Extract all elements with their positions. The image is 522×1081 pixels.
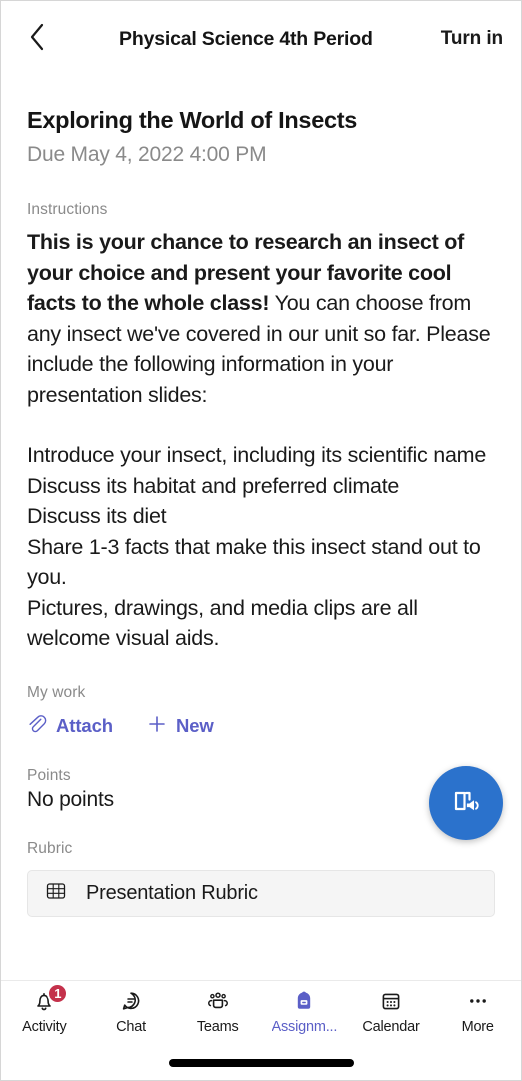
activity-badge: 1 <box>47 983 69 1004</box>
chevron-left-icon <box>27 22 47 57</box>
people-icon <box>205 987 231 1015</box>
attach-button[interactable]: Attach <box>27 714 113 739</box>
app-header: Physical Science 4th Period Turn in <box>1 1 521 77</box>
rubric-card[interactable]: Presentation Rubric <box>27 869 495 917</box>
nav-item-assignments[interactable]: Assignm... <box>261 987 348 1035</box>
nav-item-activity[interactable]: 1 Activity <box>1 983 88 1035</box>
backpack-icon <box>291 987 317 1015</box>
new-label: New <box>175 715 214 736</box>
bottom-navigation: 1 Activity Chat Teams Assignm... Calenda… <box>1 980 521 1046</box>
immersive-reader-icon <box>448 783 484 824</box>
nav-label-chat: Chat <box>116 1019 146 1035</box>
points-value: No points <box>27 787 114 811</box>
nav-item-chat[interactable]: Chat <box>88 987 175 1035</box>
turn-in-button[interactable]: Turn in <box>435 28 503 50</box>
nav-label-activity: Activity <box>22 1019 67 1035</box>
page-title: Physical Science 4th Period <box>119 27 373 50</box>
back-button[interactable] <box>17 19 57 59</box>
my-work-actions: Attach New <box>27 714 495 739</box>
nav-item-teams[interactable]: Teams <box>174 987 261 1035</box>
grid-table-icon <box>44 879 68 908</box>
nav-item-calendar[interactable]: Calendar <box>348 987 435 1035</box>
home-indicator-area <box>1 1046 521 1080</box>
immersive-reader-button[interactable] <box>429 766 503 840</box>
home-indicator[interactable] <box>168 1059 354 1067</box>
nav-item-more[interactable]: More <box>434 987 521 1035</box>
nav-label-calendar: Calendar <box>362 1019 420 1035</box>
assignment-detail-screen: Physical Science 4th Period Turn in Expl… <box>0 0 522 1081</box>
chat-bubble-icon <box>118 987 144 1015</box>
instructions-requirements: Introduce your insect, including its sci… <box>27 443 487 650</box>
paperclip-icon <box>27 714 47 739</box>
rubric-label: Rubric <box>27 839 73 857</box>
assignment-due-date: Due May 4, 2022 4:00 PM <box>27 143 267 166</box>
assignment-content: Exploring the World of Insects Due May 4… <box>1 77 521 980</box>
plus-icon <box>147 714 167 739</box>
rubric-card-name: Presentation Rubric <box>86 881 258 904</box>
calendar-icon <box>378 987 404 1015</box>
nav-label-teams: Teams <box>196 1019 239 1035</box>
new-button[interactable]: New <box>147 714 214 739</box>
instructions-text: This is your chance to research an insec… <box>27 227 495 654</box>
assignment-title: Exploring the World of Insects <box>27 107 358 133</box>
nav-label-assignments: Assignm... <box>271 1019 338 1035</box>
points-label: Points <box>27 766 71 784</box>
attach-label: Attach <box>56 715 113 736</box>
instructions-label: Instructions <box>27 201 108 218</box>
bell-icon: 1 <box>31 983 69 1015</box>
my-work-label: My work <box>27 683 86 701</box>
ellipsis-icon <box>465 987 491 1015</box>
nav-label-more: More <box>461 1019 494 1035</box>
